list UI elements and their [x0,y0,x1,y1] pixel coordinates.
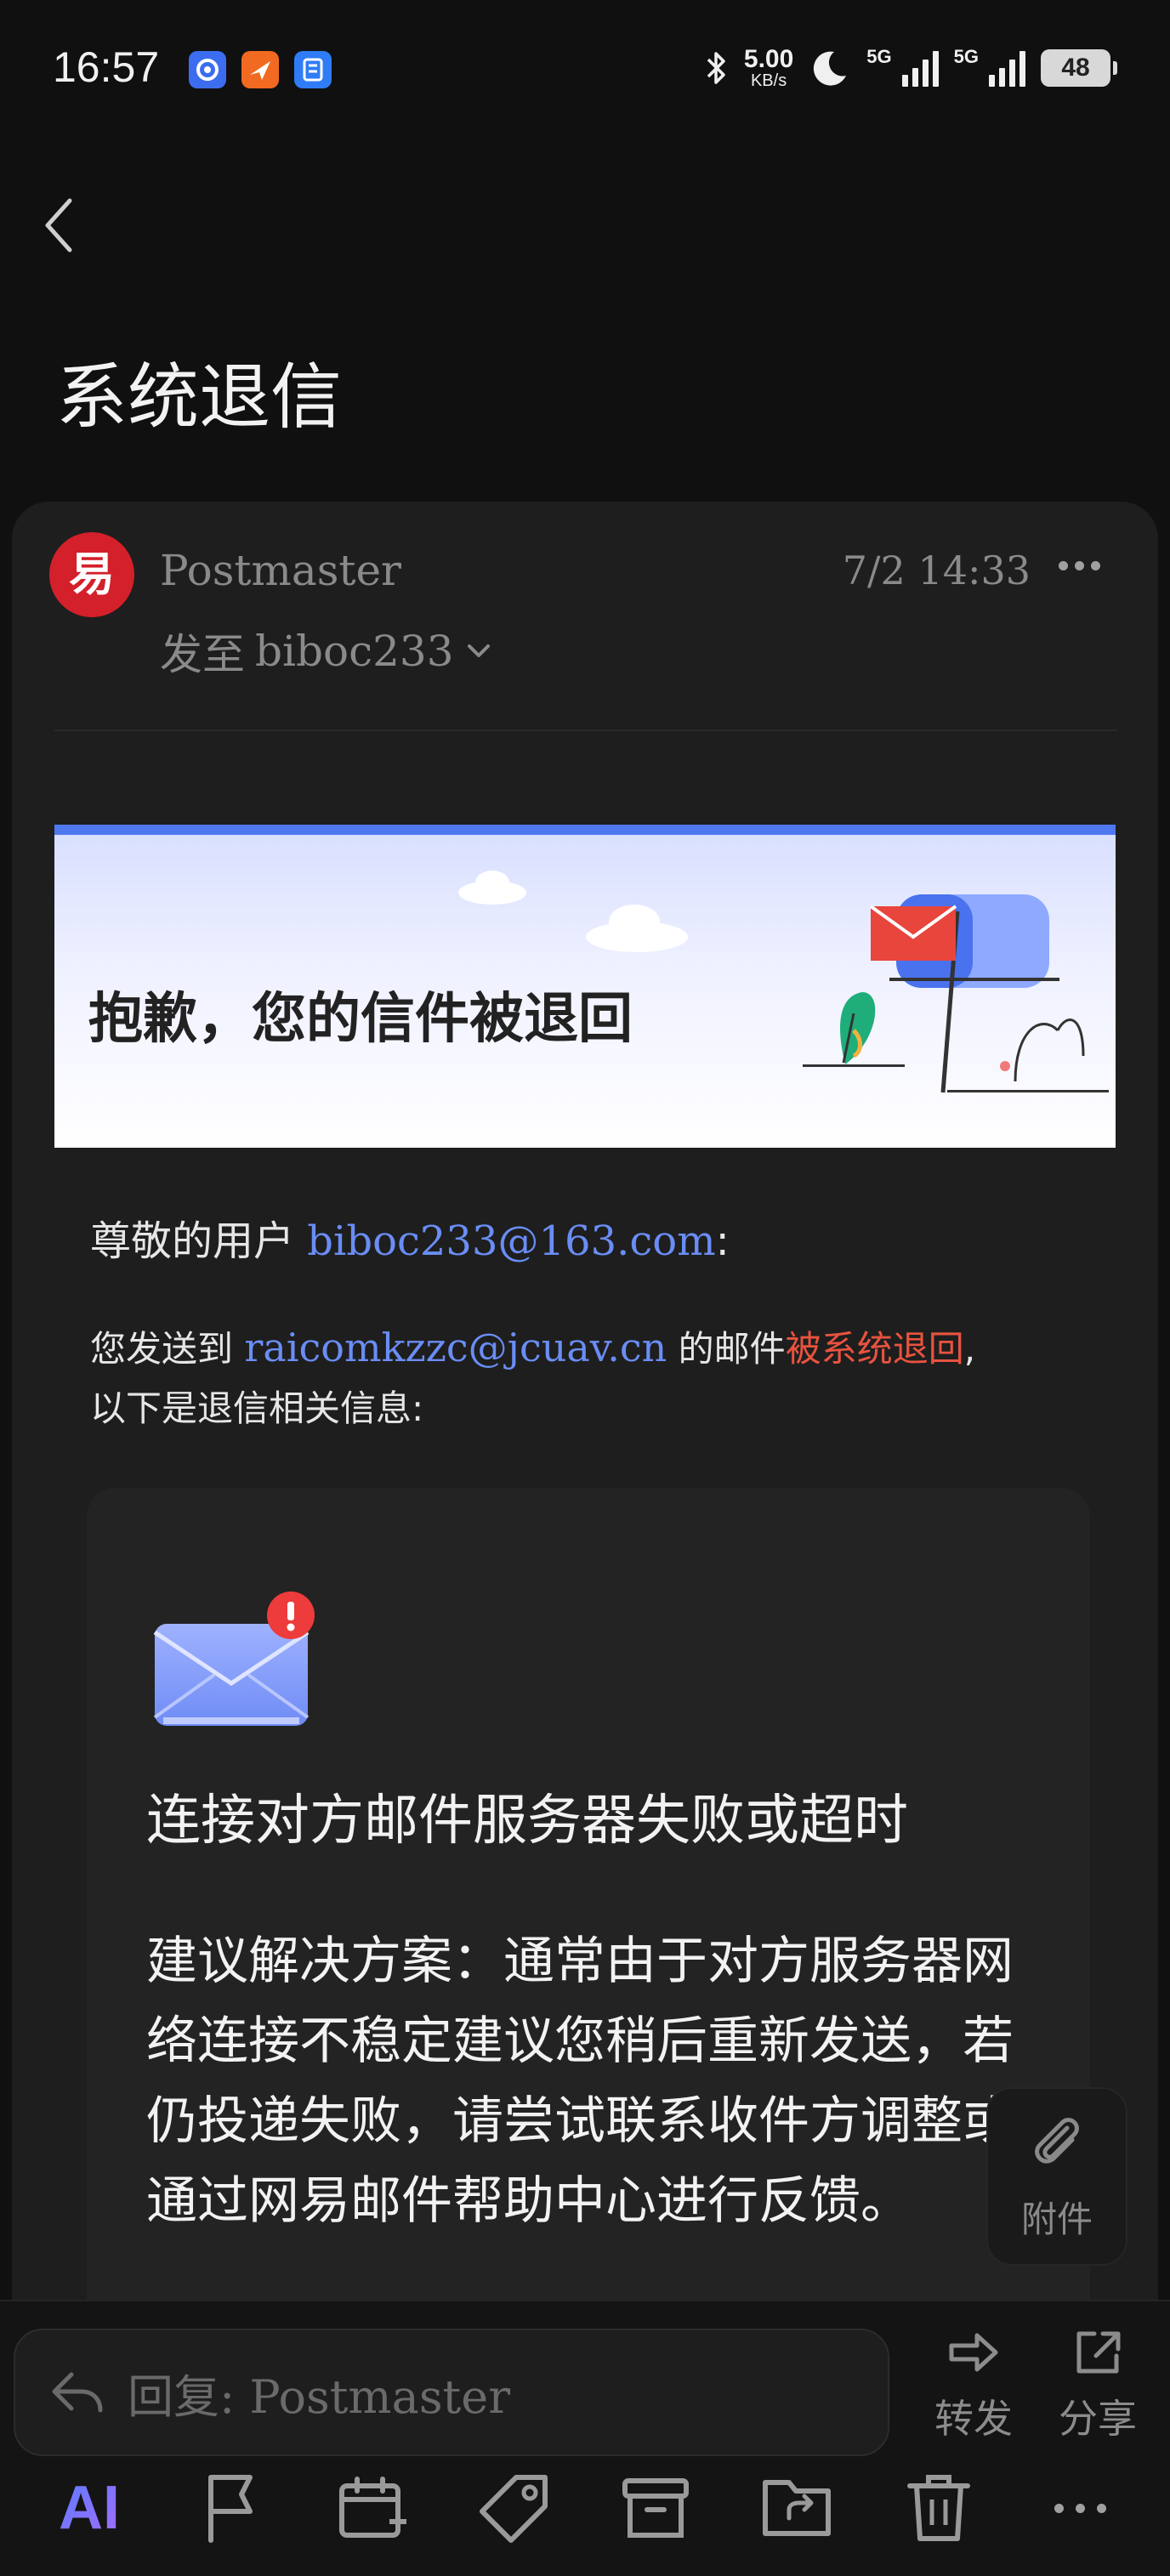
paperclip-icon [1035,2117,1079,2164]
archive-button[interactable] [609,2461,702,2555]
bounce-description: 您发送到 raicomkzzc@jcuav.cn 的邮件被系统退回, 以下是退信… [90,1318,1127,1438]
share-button[interactable]: 分享 [1051,2327,1144,2444]
share-label: 分享 [1059,2396,1137,2442]
to-label: 发至 [160,630,245,679]
move-folder-icon [762,2480,831,2536]
email-date: 7/2 14:33 [842,548,1031,593]
status-right: 5.00 KB/s 5G 5G 48 [703,43,1117,94]
forward-arrow-icon [949,2333,998,2372]
bottom-toolbar: AI [0,2440,1170,2576]
sender-avatar[interactable]: 易 [49,532,134,617]
cloud-icon [586,905,688,952]
user-email-link[interactable]: biboc233@163.com [307,1217,715,1265]
reply-input[interactable]: 回复: Postmaster [14,2329,889,2456]
trash-icon [907,2475,971,2541]
recipient-email-link[interactable]: raicomkzzc@jcuav.cn [244,1325,667,1370]
recipient-row[interactable]: 发至 biboc233 [160,621,493,682]
network-speed-value: 5.00 [743,45,794,73]
sent-middle: 的邮件 [678,1328,786,1370]
attachment-button[interactable]: 附件 [986,2087,1127,2266]
sent-prefix: 您发送到 [90,1328,234,1370]
failure-title: 连接对方邮件服务器失败或超时 [146,1790,908,1853]
greeting-suffix: : [715,1217,730,1265]
mailbox-illustration-icon [803,894,1109,1093]
notification-app-icon-1 [189,51,226,88]
share-icon [1076,2331,1121,2374]
forward-label: 转发 [934,2396,1013,2442]
email-more-button[interactable] [1049,544,1109,587]
ai-label: AI [59,2474,120,2542]
status-bar: 16:57 5.00 KB/s 5G 5G 48 [0,0,1170,136]
email-card: 易 Postmaster 7/2 14:33 发至 biboc233 抱歉，您的… [12,502,1158,2576]
envelope-warning-icon [153,1592,315,1726]
banner-text: 抱歉，您的信件被退回 [88,988,633,1051]
network-speed-unit: KB/s [750,71,787,90]
move-folder-button[interactable] [751,2461,844,2555]
archive-icon [622,2478,690,2538]
tag-button[interactable] [468,2461,561,2555]
back-button[interactable] [41,191,92,259]
signal-bars-1-icon [901,49,939,87]
failure-suggestion: 建议解决方案：通常由于对方服务器网络连接不稳定建议您稍后重新发送，若仍投递失败，… [146,1932,1014,2231]
recipient-name: biboc233 [255,627,454,676]
chevron-left-icon [45,198,72,252]
bluetooth-icon [707,52,725,84]
ai-button[interactable]: AI [43,2461,136,2555]
status-time: 16:57 [53,43,160,91]
header-divider [54,729,1117,731]
moon-icon [814,51,847,86]
sender-name[interactable]: Postmaster [160,546,401,595]
info-line: 以下是退信相关信息: [90,1387,424,1429]
reply-icon [52,2372,103,2413]
flag-button[interactable] [185,2461,278,2555]
sent-suffix: , [963,1328,976,1370]
tag-icon [479,2475,548,2543]
more-options-button[interactable] [1034,2461,1127,2555]
delete-button[interactable] [892,2461,985,2555]
network-speed: 5.00 KB/s [743,45,794,90]
cloud-icon [458,871,526,905]
notification-app-icon-2 [241,51,279,88]
bounce-banner: 抱歉，您的信件被退回 [54,825,1116,1148]
page-title: 系统退信 [56,355,343,439]
bounce-highlight: 被系统退回 [785,1328,964,1370]
battery-indicator: 48 [1041,49,1117,87]
notification-app-icon-3 [294,51,332,88]
forward-button[interactable]: 转发 [927,2327,1020,2444]
flag-icon [207,2475,253,2543]
greeting: 尊敬的用户 biboc233@163.com: [90,1207,730,1267]
greeting-prefix: 尊敬的用户 [90,1217,295,1265]
network-label-1: 5G [866,46,892,67]
reply-placeholder: 回复: Postmaster [128,2369,511,2424]
chevron-down-icon [467,644,490,657]
add-calendar-button[interactable] [326,2461,419,2555]
network-label-2: 5G [953,46,979,67]
attachment-label: 附件 [1020,2198,1093,2240]
signal-bars-2-icon [989,49,1025,87]
calendar-add-icon [339,2477,407,2538]
